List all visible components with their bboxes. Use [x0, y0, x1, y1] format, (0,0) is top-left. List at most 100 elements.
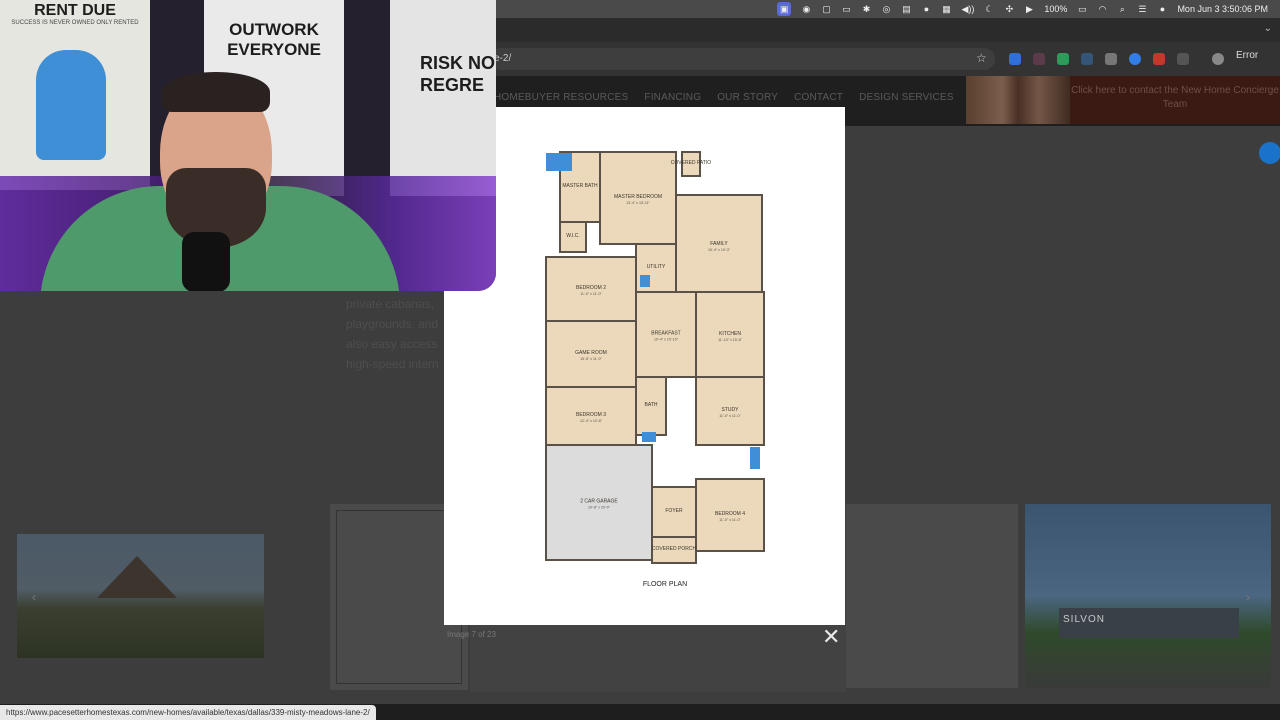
tub-shape	[640, 275, 650, 287]
room-label: COVERED PATIO	[671, 160, 711, 166]
poster-figure	[36, 50, 106, 160]
entrance-sign-text: SILVON	[1063, 614, 1105, 625]
room-dimensions: 11'-0" x 11'-0"	[719, 414, 741, 418]
poster-title: RENT DUE	[34, 2, 116, 19]
nav-our-story[interactable]: OUR STORY	[717, 92, 778, 103]
extension-7-icon[interactable]	[1153, 53, 1165, 65]
battery-icon[interactable]: ▭	[1077, 2, 1087, 16]
tab-list-chevron-icon[interactable]: ⌄	[1264, 23, 1272, 34]
poster-title: OUTWORK EVERYONE	[227, 20, 321, 59]
floating-assistant-icon[interactable]	[1259, 142, 1280, 164]
extensions-puzzle-icon[interactable]	[1177, 53, 1189, 65]
room-label: 2 CAR GARAGE	[580, 499, 618, 505]
volume-icon[interactable]: ◀))	[961, 2, 974, 16]
room-label: COVERED PORCH	[652, 546, 697, 552]
site-nav-links: HOMEBUYER RESOURCES FINANCING OUR STORY …	[494, 92, 954, 103]
floor-plan-drawing: MASTER BEDROOM13'-4" x 15'-11" MASTER BAT…	[545, 151, 765, 588]
bookmark-star-icon[interactable]: ☆	[976, 51, 987, 65]
menu-clock[interactable]: Mon Jun 3 3:50:06 PM	[1177, 2, 1268, 16]
extension-4-icon[interactable]	[1081, 53, 1093, 65]
description-line: high-speed intern	[346, 357, 439, 371]
screen: ▣ ◉ ▢ ▭ ✱ ◎ ▤ ● ▦ ◀)) ☾ ✣ ▶ 100% ▭ ◠ ⌕ ☰…	[0, 0, 1280, 720]
room-label: MASTER BEDROOM	[614, 194, 662, 200]
extension-3-icon[interactable]	[1057, 53, 1069, 65]
extension-1-icon[interactable]	[1009, 53, 1021, 65]
nav-homebuyer-resources[interactable]: HOMEBUYER RESOURCES	[494, 92, 628, 103]
gallery-thumb-fixtures[interactable]	[846, 504, 1018, 688]
floor-plan-caption: FLOOR PLAN	[643, 581, 687, 588]
nav-financing[interactable]: FINANCING	[644, 92, 701, 103]
description-line: playgrounds, and	[346, 317, 439, 331]
description-line: private cabanas,	[346, 297, 435, 311]
grid-icon[interactable]: ▦	[941, 2, 951, 16]
room-label: BREAKFAST	[651, 331, 680, 337]
nav-contact[interactable]: CONTACT	[794, 92, 843, 103]
poster-subtitle: SUCCESS IS NEVER OWNED ONLY RENTED	[11, 20, 139, 26]
moon-icon[interactable]: ☾	[984, 2, 994, 16]
mic-status-icon[interactable]: ●	[921, 2, 931, 16]
tub-shape	[642, 432, 656, 442]
error-button[interactable]: Error	[1236, 50, 1258, 61]
address-bar-text: e-2/	[494, 53, 512, 64]
concierge-team-photo[interactable]	[966, 76, 1070, 124]
room-dimensions: 15'-4" x 19'-3"	[708, 248, 731, 252]
globe-icon[interactable]: ◎	[881, 2, 891, 16]
display-icon[interactable]: ▤	[901, 2, 911, 16]
room-label: FAMILY	[710, 241, 728, 247]
room-dimensions: 10'-4" x 15'-10"	[654, 338, 679, 342]
gallery-next-icon[interactable]: ›	[1246, 590, 1250, 604]
record-icon[interactable]: ◉	[801, 2, 811, 16]
description-line: also easy access	[346, 337, 438, 351]
room-label: MASTER BATH	[562, 183, 598, 189]
room-label: BEDROOM 2	[576, 285, 606, 291]
extension-5-icon[interactable]	[1105, 53, 1117, 65]
lightbox-close-icon[interactable]: ✕	[822, 626, 840, 648]
room-dimensions: 11'-0" x 11'-0"	[719, 518, 741, 522]
room-label: UTILITY	[647, 264, 666, 270]
room-dimensions: 19'-8" x 20'-0"	[588, 506, 611, 510]
extension-2-icon[interactable]	[1033, 53, 1045, 65]
room-dimensions: 12'-4" x 10'-8"	[580, 419, 603, 423]
control-center-icon[interactable]: ☰	[1137, 2, 1147, 16]
room-label: GAME ROOM	[575, 350, 607, 356]
address-bar[interactable]: e-2/	[490, 48, 995, 70]
play-icon[interactable]: ▶	[1024, 2, 1034, 16]
room-label: W.I.C.	[566, 233, 580, 239]
room-label: STUDY	[722, 407, 740, 413]
search-icon[interactable]: ⌕	[1117, 2, 1127, 16]
profile-avatar[interactable]	[1212, 53, 1224, 65]
gallery-thumb-entrance[interactable]: SILVON	[1025, 504, 1271, 688]
nav-design-services[interactable]: DESIGN SERVICES	[859, 92, 954, 103]
room-dimensions: 13'-4" x 15'-11"	[626, 201, 651, 205]
screen-share-icon[interactable]: ▣	[776, 2, 792, 16]
wifi-icon[interactable]: ◠	[1097, 2, 1107, 16]
camera-icon[interactable]: ▢	[821, 2, 831, 16]
room-dimensions: 11'-10" x 15'-8"	[718, 338, 743, 342]
room-label: KITCHEN	[719, 331, 741, 337]
gear-icon[interactable]: ✱	[861, 2, 871, 16]
microphone	[182, 232, 230, 291]
gallery-thumb-house[interactable]	[17, 534, 264, 658]
concierge-link[interactable]: Click here to contact the New Home Conci…	[1070, 76, 1280, 124]
extension-6-icon[interactable]	[1129, 53, 1141, 65]
room-label: BEDROOM 3	[576, 412, 606, 418]
lightbox-image[interactable]: MASTER BEDROOM 13'-4" x 15'-11" MASTER BAT…	[444, 107, 845, 625]
bluetooth-icon[interactable]: ✣	[1004, 2, 1014, 16]
poster-title: RISK NO REGRE	[420, 53, 496, 95]
gallery-prev-icon[interactable]: ‹	[32, 590, 36, 604]
poster-rent-due: RENT DUE SUCCESS IS NEVER OWNED ONLY REN…	[0, 0, 150, 190]
tub-shape	[546, 153, 572, 171]
window-icon[interactable]: ▭	[841, 2, 851, 16]
gallery-strip-thumbs[interactable]	[470, 624, 846, 692]
webcam-overlay: RENT DUE SUCCESS IS NEVER OWNED ONLY REN…	[0, 0, 496, 291]
siri-icon[interactable]: ●	[1157, 2, 1167, 16]
community-description: private cabanas, playgrounds, and also e…	[346, 294, 456, 374]
lightbox-counter: Image 7 of 23	[447, 630, 496, 639]
room-label: FOYER	[665, 508, 683, 514]
house-roof-shape	[97, 556, 177, 598]
link-hover-status: https://www.pacesetterhomestexas.com/new…	[0, 705, 376, 720]
room-dimensions: 15'-8" x 11'-0"	[580, 357, 603, 361]
tub-shape	[750, 447, 760, 469]
room-label: BEDROOM 4	[715, 511, 745, 517]
room-label: BATH	[645, 402, 658, 408]
